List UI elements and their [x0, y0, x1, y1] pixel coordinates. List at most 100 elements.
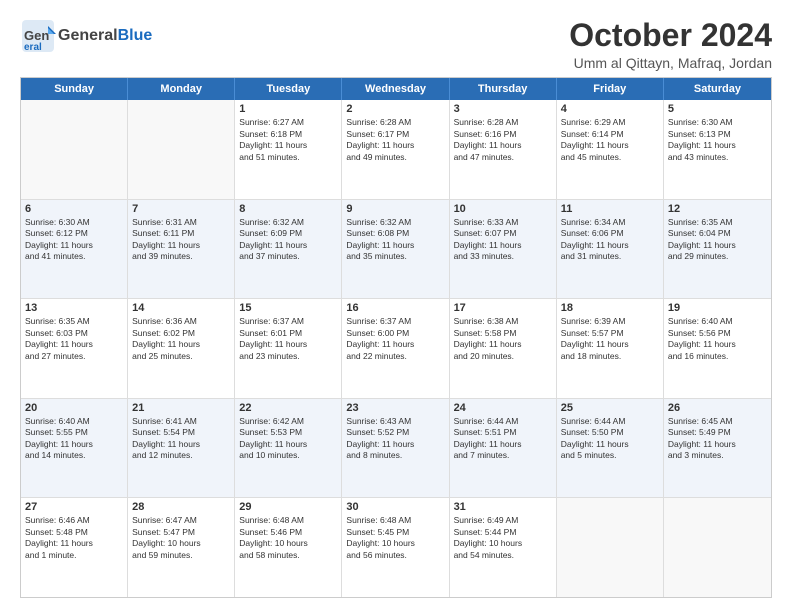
cell-text-line: Sunrise: 6:32 AM — [346, 217, 444, 228]
cell-text-line: Sunrise: 6:33 AM — [454, 217, 552, 228]
cell-text-line: Daylight: 11 hours — [132, 240, 230, 251]
calendar-cell: 1Sunrise: 6:27 AMSunset: 6:18 PMDaylight… — [235, 100, 342, 199]
cell-text-line: Sunset: 5:53 PM — [239, 427, 337, 438]
cell-text-line: Sunrise: 6:42 AM — [239, 416, 337, 427]
cell-text-line: Sunset: 6:00 PM — [346, 328, 444, 339]
cell-text-line: Sunset: 6:16 PM — [454, 129, 552, 140]
day-number: 3 — [454, 103, 552, 115]
calendar-cell: 2Sunrise: 6:28 AMSunset: 6:17 PMDaylight… — [342, 100, 449, 199]
cell-text-line: and 59 minutes. — [132, 550, 230, 561]
cell-text-line: and 10 minutes. — [239, 450, 337, 461]
cell-text-line: Daylight: 11 hours — [132, 439, 230, 450]
cell-text-line: and 12 minutes. — [132, 450, 230, 461]
cell-text-line: Daylight: 10 hours — [132, 538, 230, 549]
cell-text-line: and 45 minutes. — [561, 152, 659, 163]
cell-text-line: Daylight: 11 hours — [132, 339, 230, 350]
cell-text-line: Daylight: 10 hours — [454, 538, 552, 549]
cell-text-line: Sunrise: 6:30 AM — [25, 217, 123, 228]
day-number: 1 — [239, 103, 337, 115]
cell-text-line: and 7 minutes. — [454, 450, 552, 461]
cell-text-line: Daylight: 11 hours — [561, 240, 659, 251]
day-number: 19 — [668, 302, 767, 314]
cell-text-line: Daylight: 11 hours — [25, 339, 123, 350]
cell-text-line: Sunrise: 6:36 AM — [132, 316, 230, 327]
calendar-cell: 11Sunrise: 6:34 AMSunset: 6:06 PMDayligh… — [557, 200, 664, 299]
calendar-cell — [557, 498, 664, 597]
day-number: 29 — [239, 501, 337, 513]
calendar-cell: 20Sunrise: 6:40 AMSunset: 5:55 PMDayligh… — [21, 399, 128, 498]
calendar-cell: 12Sunrise: 6:35 AMSunset: 6:04 PMDayligh… — [664, 200, 771, 299]
cell-text-line: and 14 minutes. — [25, 450, 123, 461]
svg-text:eral: eral — [24, 42, 42, 53]
cell-text-line: Sunset: 5:58 PM — [454, 328, 552, 339]
calendar-cell: 4Sunrise: 6:29 AMSunset: 6:14 PMDaylight… — [557, 100, 664, 199]
cell-text-line: Daylight: 11 hours — [346, 240, 444, 251]
cell-text-line: Sunrise: 6:38 AM — [454, 316, 552, 327]
cell-text-line: Daylight: 11 hours — [25, 439, 123, 450]
cell-text-line: Daylight: 11 hours — [25, 538, 123, 549]
calendar-cell: 31 Sunrise: 6:49 AMSunset: 5:44 PMDayligh… — [450, 498, 557, 597]
cell-text-line: Sunset: 5:50 PM — [561, 427, 659, 438]
cell-text-line: Sunrise: 6:49 AM — [454, 515, 552, 526]
logo-area: Gen eral GeneralBlue — [20, 18, 152, 54]
calendar-cell: 14 Sunrise: 6:36 AMSunset: 6:02 PMDayligh… — [128, 299, 235, 398]
calendar-cell: 8Sunrise: 6:32 AMSunset: 6:09 PMDaylight… — [235, 200, 342, 299]
calendar-cell: 23Sunrise: 6:43 AMSunset: 5:52 PMDayligh… — [342, 399, 449, 498]
calendar-cell: 6Sunrise: 6:30 AMSunset: 6:12 PMDaylight… — [21, 200, 128, 299]
cell-text-line: and 5 minutes. — [561, 450, 659, 461]
cell-text-line: and 1 minute. — [25, 550, 123, 561]
cell-text-line: Daylight: 11 hours — [454, 439, 552, 450]
cell-text-line: Daylight: 11 hours — [346, 439, 444, 450]
day-number: 2 — [346, 103, 444, 115]
cell-text-line: Sunrise: 6:48 AM — [239, 515, 337, 526]
cell-text-line: and 35 minutes. — [346, 251, 444, 262]
cell-text-line: Sunset: 6:02 PM — [132, 328, 230, 339]
day-number: 27 — [25, 501, 123, 513]
cell-text-line: Daylight: 11 hours — [668, 339, 767, 350]
cell-text-line: and 29 minutes. — [668, 251, 767, 262]
calendar-cell: 21Sunrise: 6:41 AMSunset: 5:54 PMDayligh… — [128, 399, 235, 498]
title-area: October 2024 Umm al Qittayn, Mafraq, Jor… — [569, 18, 772, 71]
cell-text-line: Sunrise: 6:28 AM — [346, 117, 444, 128]
cell-text-line: Daylight: 11 hours — [454, 240, 552, 251]
calendar-cell — [664, 498, 771, 597]
calendar-week-1: 1Sunrise: 6:27 AMSunset: 6:18 PMDaylight… — [21, 100, 771, 199]
cell-text-line: and 56 minutes. — [346, 550, 444, 561]
day-number: 31 — [454, 501, 552, 513]
calendar-cell: 7Sunrise: 6:31 AMSunset: 6:11 PMDaylight… — [128, 200, 235, 299]
cell-text-line: Sunset: 6:11 PM — [132, 228, 230, 239]
day-number: 14 — [132, 302, 230, 314]
month-title: October 2024 — [569, 18, 772, 53]
day-number: 30 — [346, 501, 444, 513]
day-number: 17 — [454, 302, 552, 314]
cell-text-line: Sunset: 5:54 PM — [132, 427, 230, 438]
cell-text-line: and 39 minutes. — [132, 251, 230, 262]
calendar-cell: 9Sunrise: 6:32 AMSunset: 6:08 PMDaylight… — [342, 200, 449, 299]
day-number: 20 — [25, 402, 123, 414]
calendar-cell: 3Sunrise: 6:28 AMSunset: 6:16 PMDaylight… — [450, 100, 557, 199]
cell-text-line: and 22 minutes. — [346, 351, 444, 362]
cell-text-line: Sunrise: 6:41 AM — [132, 416, 230, 427]
calendar-cell: 24Sunrise: 6:44 AMSunset: 5:51 PMDayligh… — [450, 399, 557, 498]
cell-text-line: Sunset: 5:44 PM — [454, 527, 552, 538]
cell-text-line: Daylight: 10 hours — [346, 538, 444, 549]
cell-text-line: Sunset: 5:45 PM — [346, 527, 444, 538]
cell-text-line: Sunset: 6:08 PM — [346, 228, 444, 239]
day-number: 23 — [346, 402, 444, 414]
cell-text-line: Daylight: 11 hours — [561, 140, 659, 151]
cell-text-line: Daylight: 11 hours — [561, 439, 659, 450]
cell-text-line: Sunset: 6:07 PM — [454, 228, 552, 239]
calendar-cell: 30Sunrise: 6:48 AMSunset: 5:45 PMDayligh… — [342, 498, 449, 597]
calendar-body: 1Sunrise: 6:27 AMSunset: 6:18 PMDaylight… — [21, 100, 771, 597]
cell-text-line: Sunset: 5:52 PM — [346, 427, 444, 438]
cell-text-line: and 33 minutes. — [454, 251, 552, 262]
cell-text-line: Sunrise: 6:32 AM — [239, 217, 337, 228]
cell-text-line: Sunset: 5:51 PM — [454, 427, 552, 438]
cell-text-line: and 41 minutes. — [25, 251, 123, 262]
day-number: 13 — [25, 302, 123, 314]
cell-text-line: and 3 minutes. — [668, 450, 767, 461]
location-subtitle: Umm al Qittayn, Mafraq, Jordan — [569, 55, 772, 71]
cell-text-line: Sunrise: 6:40 AM — [668, 316, 767, 327]
cell-text-line: Sunset: 6:04 PM — [668, 228, 767, 239]
header-day-thursday: Thursday — [450, 78, 557, 100]
